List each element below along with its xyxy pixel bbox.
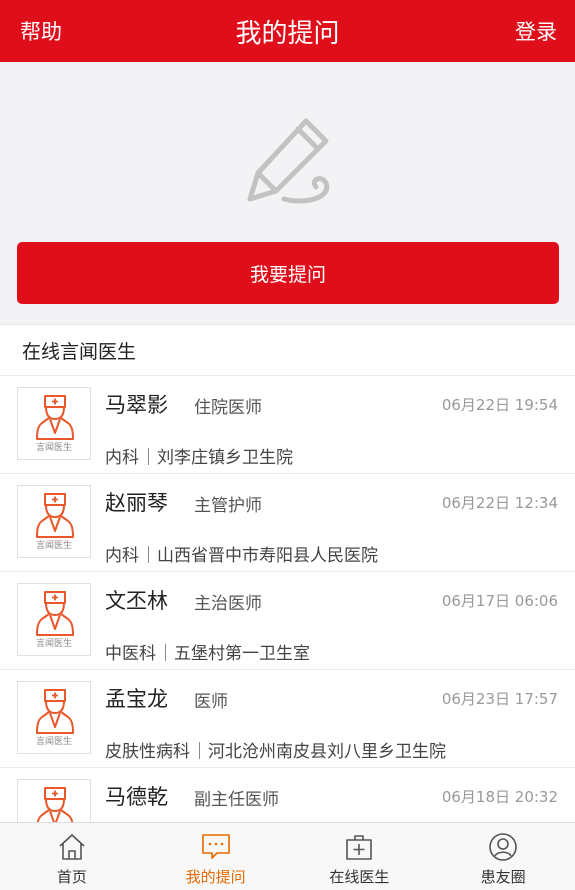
doctor-department: 中医科 五堡村第一卫生室 [105,639,310,664]
avatar-caption: 言闻医生 [35,541,72,551]
user-circle-icon [489,833,517,861]
hospital-name: 山西省晋中市寿阳县人民医院 [157,546,378,566]
medical-kit-icon [346,835,373,860]
ask-question-button[interactable]: 我要提问 [17,242,559,304]
section-title: 在线言闻医生 [0,325,575,376]
tab-home-label: 首页 [56,868,87,886]
department-name: 皮肤性病科 [105,742,190,762]
doctor-avatar: 言闻医生 [17,583,91,656]
pencil-icon [247,118,330,204]
home-icon [59,834,85,860]
doctor-avatar-icon [36,591,74,636]
doctor-row[interactable]: 言闻医生马德乾 副主任医师 06月18日 20:32 [0,768,575,822]
divider [148,546,149,563]
tab-patient-circle-label: 患友圈 [480,868,526,886]
doctor-avatar-icon [36,493,74,538]
hospital-name: 五堡村第一卫生室 [174,644,310,664]
doctor-avatar: 言闻医生 [17,681,91,754]
divider [148,448,149,465]
bottom-tab-bar: 首页 我的提问 在线医生 患友圈 [0,822,575,890]
department-name: 内科 [105,448,139,468]
doctor-row[interactable]: 言闻医生 孟宝龙 医师 06月23日 17:57 皮肤性病科 河北沧州南皮县刘八里乡卫生院 [0,670,575,768]
doctor-list: 言闻医生 马翠影 住院医师 06月22日 19:54 内科 刘李庄镇乡卫生院 言闻医生 赵丽琴… [0,376,575,822]
doctor-name: 赵丽琴 [105,491,168,515]
avatar-caption: 言闻医生 [35,639,72,649]
hospital-name: 刘李庄镇乡卫生院 [157,448,293,468]
doctor-name: 马德乾 [105,785,168,809]
hospital-name: 河北沧州南皮县刘八里乡卫生院 [208,742,446,762]
question-time: 06月22日 19:54 [441,396,558,414]
avatar-caption: 言闻医生 [35,443,72,453]
doctor-title: 主治医师 [194,594,262,614]
department-name: 中医科 [105,644,156,664]
doctor-title: 住院医师 [194,398,262,418]
doctor-title: 医师 [194,692,228,712]
chat-icon [201,834,230,859]
doctor-department: 皮肤性病科 河北沧州南皮县刘八里乡卫生院 [105,737,446,762]
doctor-row[interactable]: 言闻医生 赵丽琴 主管护师 06月22日 12:34 内科 山西省晋中市寿阳县人民医院 [0,474,575,572]
tab-my-questions[interactable]: 我的提问 [144,823,288,890]
doctor-row[interactable]: 言闻医生 文丕林 主治医师 06月17日 06:06 中医科 五堡村第一卫生室 [0,572,575,670]
doctor-title: 副主任医师 [194,790,279,810]
page-title: 我的提问 [235,18,340,49]
tab-online-doctors-label: 在线医生 [329,868,390,886]
doctor-avatar-icon [36,395,74,440]
avatar-caption: 言闻医生 [35,737,72,747]
question-time: 06月17日 06:06 [441,592,558,610]
tab-online-doctors[interactable]: 在线医生 [288,823,432,890]
doctor-title: 主管护师 [194,496,262,516]
doctor-department: 内科 山西省晋中市寿阳县人民医院 [105,541,378,566]
doctor-avatar-icon [36,689,74,734]
doctor-avatar: 言闻医生 [17,387,91,460]
question-time: 06月18日 20:32 [441,788,558,806]
login-button[interactable]: 登录 [515,0,557,62]
tab-home[interactable]: 首页 [0,823,144,890]
doctor-name: 孟宝龙 [105,687,168,711]
doctor-name: 马翠影 [105,393,168,417]
divider [165,644,166,661]
divider [199,742,200,759]
doctor-avatar-icon [36,787,74,822]
tab-my-questions-label: 我的提问 [185,868,246,886]
tab-patient-circle[interactable]: 患友圈 [431,823,575,890]
question-time: 06月22日 12:34 [441,494,558,512]
doctor-avatar: 言闻医生 [17,779,91,822]
help-button[interactable]: 帮助 [20,0,62,62]
question-time: 06月23日 17:57 [441,690,558,708]
doctor-name: 文丕林 [105,589,168,613]
doctor-avatar: 言闻医生 [17,485,91,558]
top-bar: 帮助 我的提问 登录 [0,0,575,62]
ask-hero: 我要提问 [0,62,575,324]
doctor-department: 内科 刘李庄镇乡卫生院 [105,443,293,468]
online-doctors-section: 在线言闻医生 言闻医生 马翠影 住院医师 06月22日 19:54 内科 刘李庄镇乡卫生院… [0,324,575,822]
department-name: 内科 [105,546,139,566]
doctor-row[interactable]: 言闻医生 马翠影 住院医师 06月22日 19:54 内科 刘李庄镇乡卫生院 [0,376,575,474]
